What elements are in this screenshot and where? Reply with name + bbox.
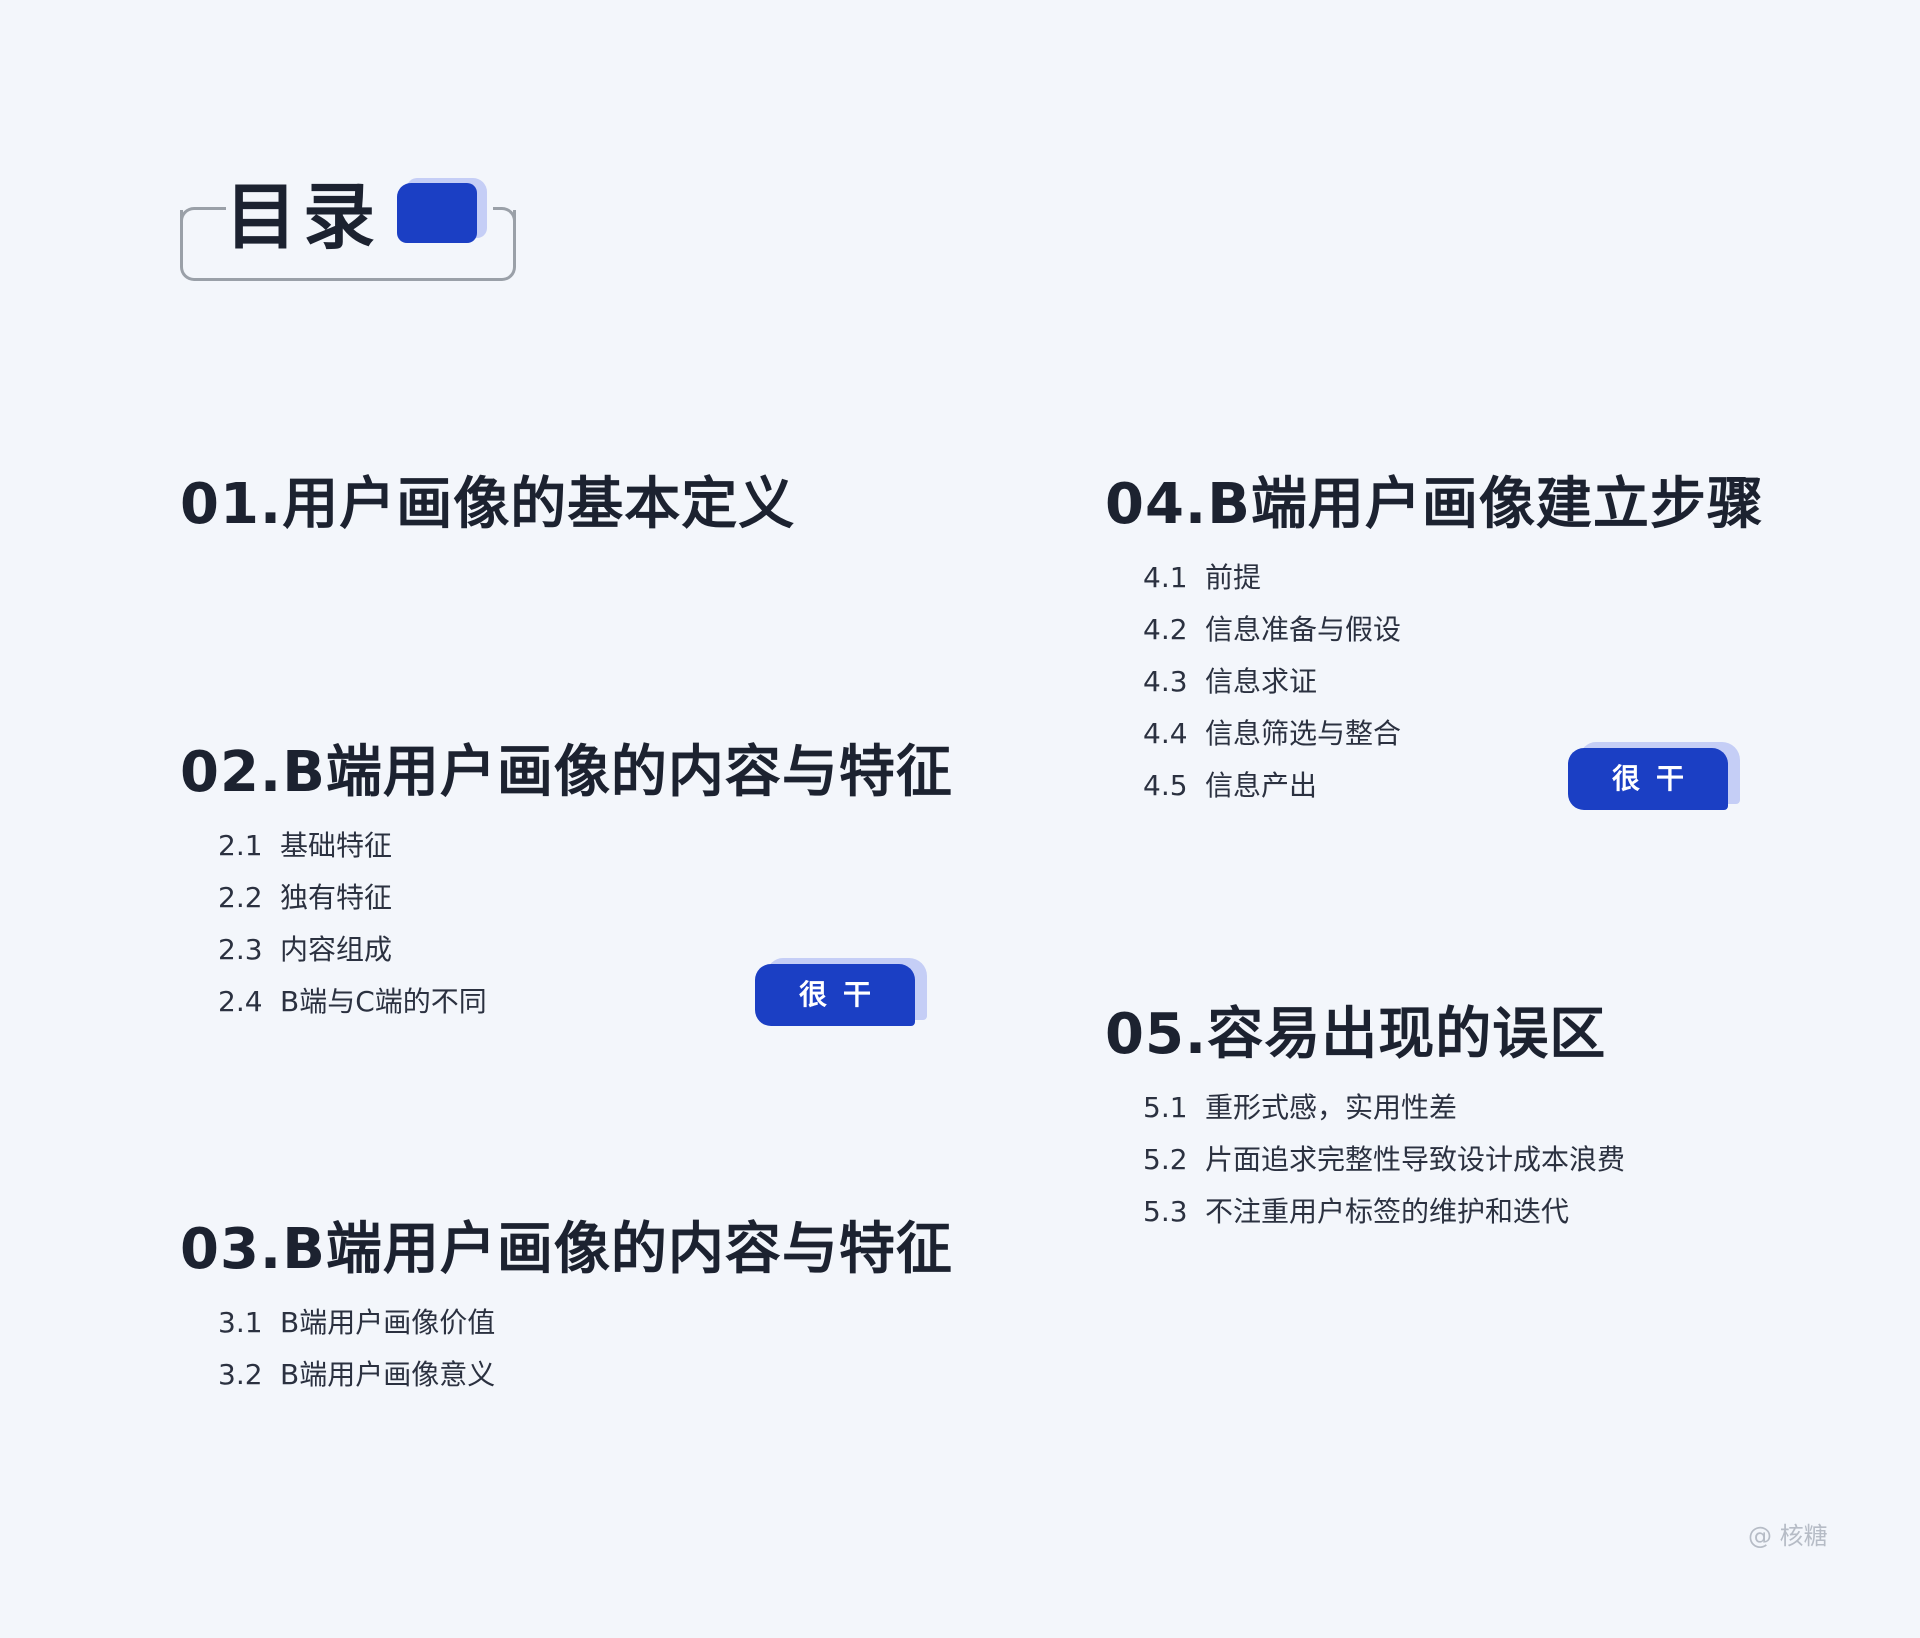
tag-label: 很干 — [1568, 748, 1728, 810]
item-number: 4.3 — [1143, 665, 1188, 698]
item-number: 4.4 — [1143, 717, 1188, 750]
item-number: 3.2 — [218, 1358, 263, 1391]
item-number: 2.3 — [218, 933, 263, 966]
tag-very-dry-02: 很干 — [755, 958, 927, 1026]
section-05: 05.容易出现的误区 5.1 重形式感，实用性差 5.2 片面追求完整性导致设计成本… — [1105, 1000, 1625, 1238]
item-label: B端用户画像意义 — [280, 1358, 496, 1391]
item-number: 3.1 — [218, 1306, 263, 1339]
watermark: @ 核糖 — [1748, 1522, 1828, 1550]
list-item[interactable]: 2.1 基础特征 — [218, 820, 953, 872]
section-03: 03.B端用户画像的内容与特征 3.1 B端用户画像价值 3.2 B端用户画像意义 — [180, 1215, 953, 1401]
sub-list: 3.1 B端用户画像价值 3.2 B端用户画像意义 — [218, 1297, 953, 1401]
section-heading: 05.容易出现的误区 — [1105, 1002, 1607, 1067]
item-number: 5.3 — [1143, 1195, 1188, 1228]
section-heading: 01.用户画像的基本定义 — [180, 472, 796, 537]
toc-page: 目录 01.用户画像的基本定义 02.B端用户画像的内容与特征 2.1 基础特征 … — [0, 0, 1920, 1638]
item-number: 2.1 — [218, 829, 263, 862]
item-label: B端与C端的不同 — [280, 985, 487, 1018]
title-accent-block — [397, 183, 477, 243]
page-title: 目录 — [225, 175, 382, 259]
item-label: 不注重用户标签的维护和迭代 — [1205, 1195, 1570, 1228]
item-number: 5.1 — [1143, 1091, 1188, 1124]
section-heading: 03.B端用户画像的内容与特征 — [180, 1217, 953, 1282]
section-01: 01.用户画像的基本定义 — [180, 470, 795, 540]
list-item[interactable]: 3.2 B端用户画像意义 — [218, 1349, 953, 1401]
item-label: B端用户画像价值 — [280, 1306, 496, 1339]
list-item[interactable]: 2.2 独有特征 — [218, 872, 953, 924]
list-item[interactable]: 4.1 前提 — [1143, 552, 1764, 604]
item-label: 信息准备与假设 — [1205, 613, 1402, 646]
item-label: 独有特征 — [280, 881, 393, 914]
item-number: 4.5 — [1143, 769, 1188, 802]
list-item[interactable]: 5.3 不注重用户标签的维护和迭代 — [1143, 1186, 1625, 1238]
item-label: 信息求证 — [1205, 665, 1318, 698]
tag-label: 很干 — [755, 964, 915, 1026]
list-item[interactable]: 3.1 B端用户画像价值 — [218, 1297, 953, 1349]
item-number: 4.1 — [1143, 561, 1188, 594]
item-number: 2.4 — [218, 985, 263, 1018]
item-label: 基础特征 — [280, 829, 393, 862]
item-label: 信息产出 — [1205, 769, 1318, 802]
item-number: 5.2 — [1143, 1143, 1188, 1176]
item-label: 信息筛选与整合 — [1205, 717, 1402, 750]
sub-list: 5.1 重形式感，实用性差 5.2 片面追求完整性导致设计成本浪费 5.3 不注重用户… — [1143, 1082, 1625, 1238]
item-label: 内容组成 — [280, 933, 393, 966]
list-item[interactable]: 4.2 信息准备与假设 — [1143, 604, 1764, 656]
item-label: 重形式感，实用性差 — [1205, 1091, 1458, 1124]
item-label: 前提 — [1205, 561, 1262, 594]
list-item[interactable]: 4.3 信息求证 — [1143, 656, 1764, 708]
section-heading: 04.B端用户画像建立步骤 — [1105, 472, 1764, 537]
item-number: 2.2 — [218, 881, 263, 914]
tag-very-dry-04: 很干 — [1568, 742, 1740, 810]
list-item[interactable]: 5.1 重形式感，实用性差 — [1143, 1082, 1625, 1134]
list-item[interactable]: 5.2 片面追求完整性导致设计成本浪费 — [1143, 1134, 1625, 1186]
section-heading: 02.B端用户画像的内容与特征 — [180, 740, 953, 805]
item-label: 片面追求完整性导致设计成本浪费 — [1205, 1143, 1626, 1176]
item-number: 4.2 — [1143, 613, 1188, 646]
